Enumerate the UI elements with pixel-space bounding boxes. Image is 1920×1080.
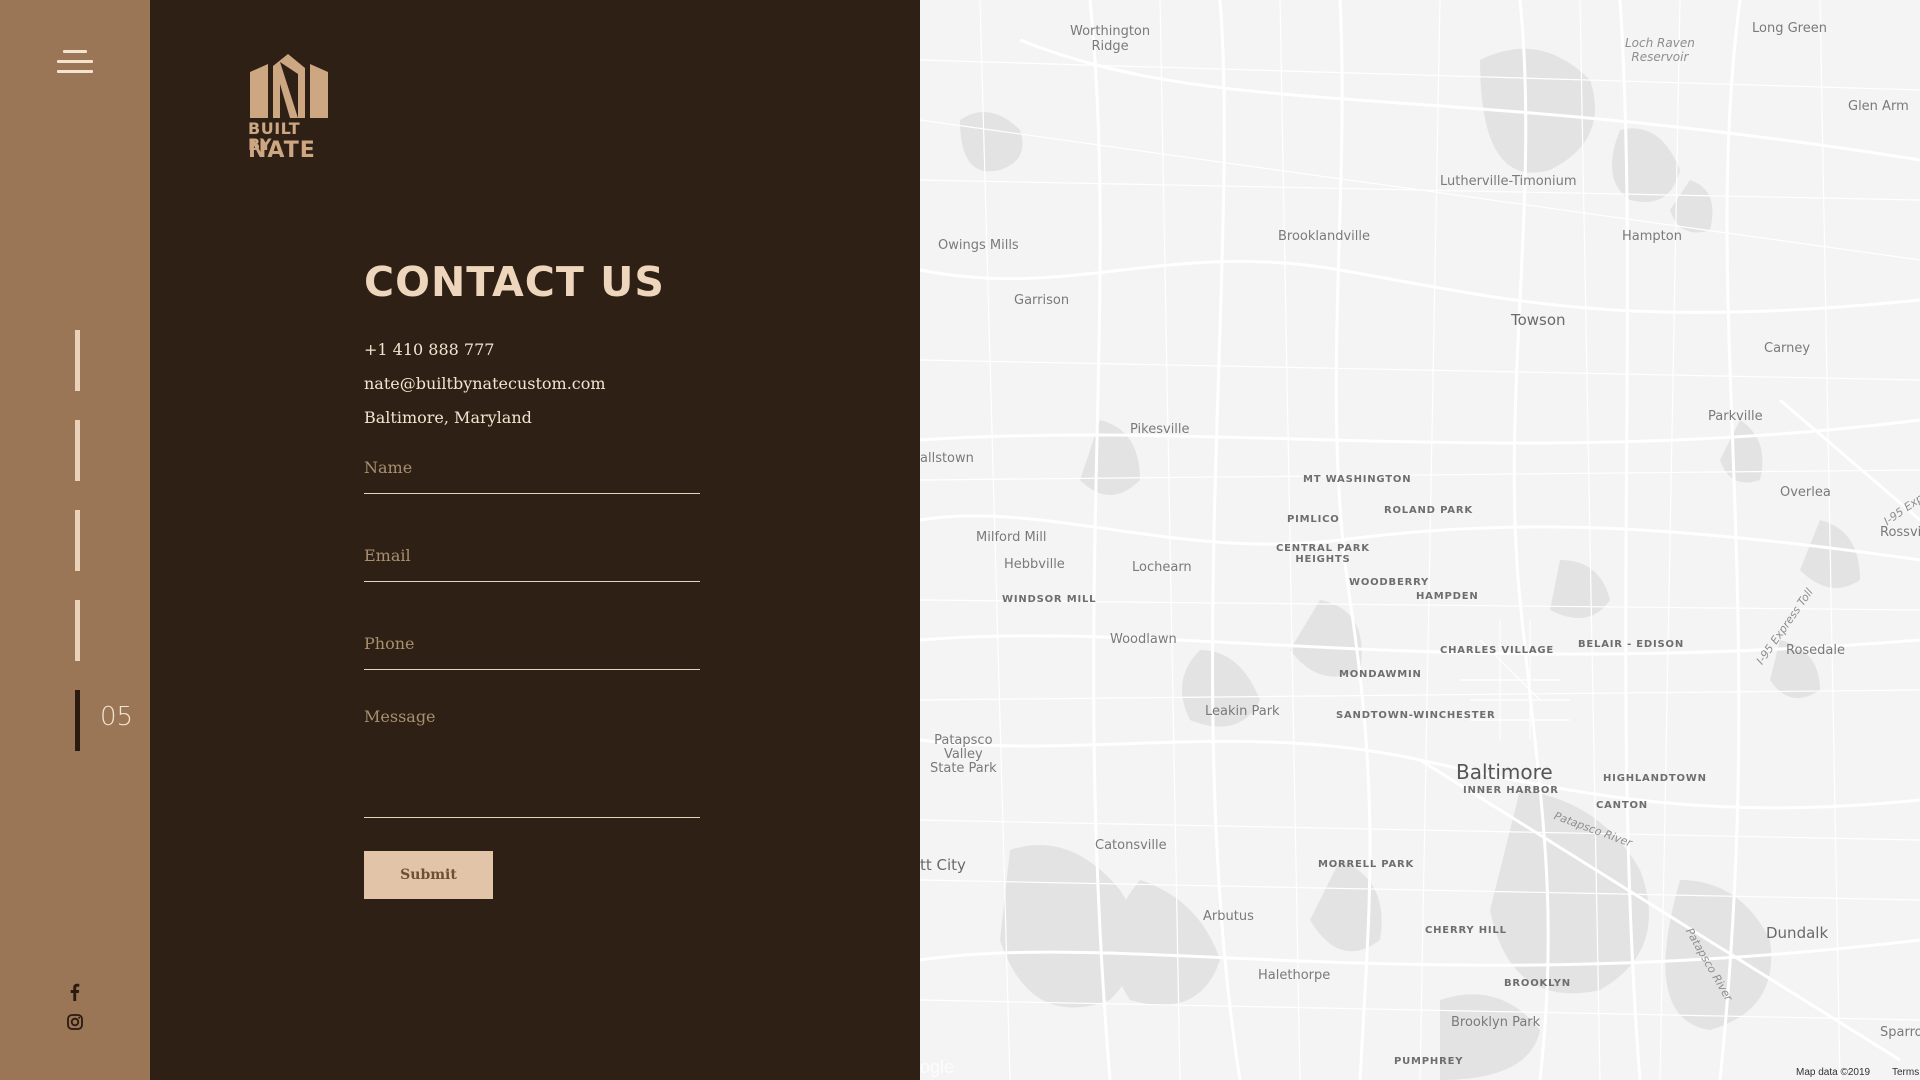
- map-label-hampden: HAMPDEN: [1416, 591, 1479, 602]
- map-label-sandtown-winchester: SANDTOWN-WINCHESTER: [1336, 710, 1496, 721]
- step-number: 05: [100, 702, 134, 732]
- map-label-ellicott-city: tt City: [920, 856, 966, 874]
- instagram-icon[interactable]: [66, 1013, 84, 1031]
- nav-step-1[interactable]: [75, 330, 80, 391]
- map-label-lutherville: Lutherville-Timonium: [1440, 174, 1577, 189]
- map-label-brooklandville: Brooklandville: [1278, 229, 1371, 244]
- logo-house-icon: [250, 54, 328, 118]
- map-label-leakin-park: Leakin Park: [1205, 704, 1280, 719]
- map-label-randallstown: allstown: [920, 451, 974, 466]
- map-data-credit: Map data ©2019: [1796, 1067, 1871, 1078]
- map-label-overlea: Overlea: [1780, 485, 1831, 500]
- map-label-morrell-park: MORRELL PARK: [1318, 859, 1415, 870]
- google-logo: ogle: [920, 1057, 955, 1077]
- name-placeholder: Name: [364, 458, 413, 477]
- map-label-rosedale: Rosedale: [1786, 643, 1846, 658]
- nav-step-2[interactable]: [75, 420, 80, 481]
- contact-phone[interactable]: +1 410 888 777: [364, 340, 494, 359]
- map-roads: [920, 0, 1920, 1080]
- nav-step-3[interactable]: [75, 510, 80, 571]
- map-label-owings-mills: Owings Mills: [938, 238, 1019, 253]
- map-label-glen-arm: Glen Arm: [1848, 99, 1909, 114]
- map-label-mondawmin: MONDAWMIN: [1339, 669, 1422, 680]
- email-field[interactable]: Email: [364, 546, 700, 582]
- logo[interactable]: BUILT BY NATE: [248, 54, 330, 164]
- map-label-pikesville: Pikesville: [1130, 422, 1190, 437]
- map-label-hampton: Hampton: [1622, 229, 1682, 244]
- map[interactable]: Worthington Ridge Loch Raven Reservoir L…: [920, 0, 1920, 1080]
- map-label-parkville: Parkville: [1708, 409, 1763, 424]
- map-label-hebbville: Hebbville: [1004, 557, 1065, 572]
- logo-text-line2: NATE: [248, 138, 316, 163]
- map-label-worthington-ridge: Worthington Ridge: [1070, 24, 1151, 54]
- map-label-rossville: Rossvi: [1880, 525, 1920, 540]
- map-label-lochearn: Lochearn: [1132, 560, 1192, 575]
- map-label-roland-park: ROLAND PARK: [1384, 505, 1473, 516]
- page-title: CONTACT US: [364, 258, 665, 306]
- nav-step-5[interactable]: [75, 690, 80, 751]
- name-field[interactable]: Name: [364, 458, 700, 494]
- map-label-cherry-hill: CHERRY HILL: [1425, 925, 1507, 936]
- map-label-arbutus: Arbutus: [1203, 909, 1254, 924]
- map-label-woodlawn: Woodlawn: [1110, 632, 1177, 647]
- map-label-charles-village: CHARLES VILLAGE: [1440, 645, 1555, 656]
- map-label-belair-edison: BELAIR - EDISON: [1578, 639, 1685, 650]
- phone-field[interactable]: Phone: [364, 634, 700, 670]
- map-label-halethorpe: Halethorpe: [1258, 968, 1331, 983]
- phone-placeholder: Phone: [364, 634, 415, 653]
- map-label-dundalk: Dundalk: [1766, 924, 1829, 942]
- map-label-pumphrey: PUMPHREY: [1394, 1056, 1464, 1067]
- sidebar: 05: [0, 0, 150, 1080]
- map-label-canton: CANTON: [1596, 800, 1648, 811]
- map-label-loch-raven: Loch Raven Reservoir: [1625, 36, 1695, 64]
- map-label-pimlico: PIMLICO: [1287, 514, 1340, 525]
- map-label-baltimore: Baltimore: [1456, 760, 1553, 784]
- email-placeholder: Email: [364, 546, 411, 565]
- map-label-catonsville: Catonsville: [1095, 838, 1167, 853]
- map-label-patapsco-valley: Patapsco Valley State Park: [930, 733, 997, 776]
- map-label-brooklyn: BROOKLYN: [1504, 978, 1571, 989]
- submit-button[interactable]: Submit: [364, 851, 493, 899]
- map-label-garrison: Garrison: [1014, 293, 1070, 308]
- map-label-central-park-heights: CENTRAL PARK HEIGHTS: [1276, 543, 1370, 565]
- facebook-icon[interactable]: [66, 983, 84, 1001]
- map-label-mt-washington: MT WASHINGTON: [1303, 474, 1412, 485]
- contact-location: Baltimore, Maryland: [364, 408, 532, 427]
- map-label-sparrows-point: Sparrov: [1880, 1025, 1920, 1040]
- map-label-milford-mill: Milford Mill: [976, 530, 1047, 545]
- map-label-highlandtown: HIGHLANDTOWN: [1603, 773, 1707, 784]
- map-label-long-green: Long Green: [1752, 21, 1827, 36]
- map-terms-link[interactable]: Terms: [1892, 1067, 1919, 1078]
- message-placeholder: Message: [364, 707, 436, 726]
- map-label-windsor-mill: WINDSOR MILL: [1002, 594, 1097, 605]
- map-label-woodberry: WOODBERRY: [1349, 577, 1430, 588]
- map-label-brooklyn-park: Brooklyn Park: [1451, 1015, 1541, 1030]
- nav-step-4[interactable]: [75, 600, 80, 661]
- contact-email[interactable]: nate@builtbynatecustom.com: [364, 374, 606, 393]
- menu-icon[interactable]: [57, 48, 93, 76]
- map-label-towson: Towson: [1511, 311, 1566, 329]
- map-label-inner-harbor: INNER HARBOR: [1463, 785, 1559, 796]
- map-label-carney: Carney: [1764, 341, 1811, 356]
- message-field[interactable]: Message: [364, 707, 700, 818]
